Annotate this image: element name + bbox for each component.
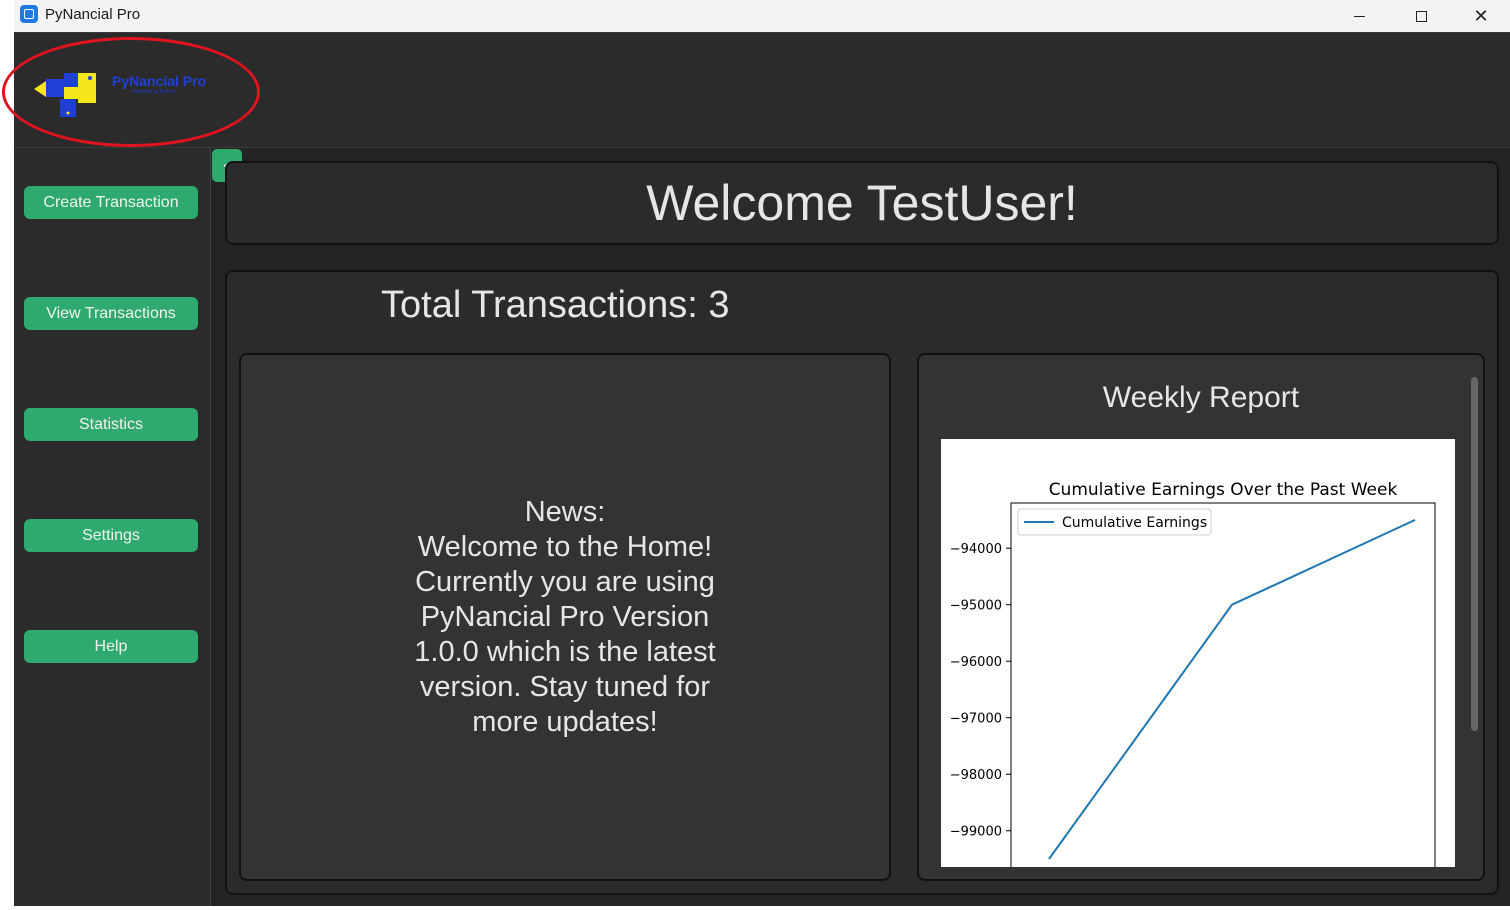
dashboard-panel: Total Transactions: 3 News: Welcome to t…: [225, 270, 1499, 895]
legend-label: Cumulative Earnings: [1062, 515, 1207, 531]
total-transactions: Total Transactions: 3: [381, 284, 730, 326]
weekly-report-panel: Weekly Report Cumulative Earnings Over t…: [917, 353, 1485, 881]
create-transaction-button[interactable]: Create Transaction: [24, 186, 198, 219]
y-tick-label: −97000: [950, 712, 1002, 727]
sidebar: Create Transaction View Transactions Sta…: [14, 148, 211, 906]
news-panel: News: Welcome to the Home! Currently you…: [239, 353, 891, 881]
app-window: PyNancial Pro ✕ PyNancial Pro Powered by…: [2, 0, 1510, 906]
y-tick-label: −96000: [950, 655, 1002, 670]
minimize-button[interactable]: [1336, 0, 1382, 32]
annotation-ellipse: [2, 37, 260, 147]
y-tick-label: −94000: [950, 542, 1002, 557]
maximize-button[interactable]: [1398, 0, 1444, 32]
settings-button[interactable]: Settings: [24, 519, 198, 552]
minimize-icon: [1353, 15, 1365, 17]
report-scrollbar[interactable]: [1471, 377, 1478, 731]
news-text: News: Welcome to the Home! Currently you…: [414, 495, 716, 738]
help-button[interactable]: Help: [24, 630, 198, 663]
y-tick-label: −95000: [950, 599, 1002, 614]
view-transactions-button[interactable]: View Transactions: [24, 297, 198, 330]
welcome-heading: Welcome TestUser!: [646, 175, 1078, 231]
title-bar: PyNancial Pro ✕: [14, 0, 1510, 32]
header-bar: PyNancial Pro Powered by Python: [2, 32, 1510, 148]
app-icon: [20, 5, 38, 23]
chart-title: Cumulative Earnings Over the Past Week: [1049, 480, 1398, 500]
statistics-button[interactable]: Statistics: [24, 408, 198, 441]
close-button[interactable]: ✕: [1458, 0, 1504, 32]
earnings-chart: Cumulative Earnings Over the Past Week −9…: [941, 439, 1455, 867]
y-tick-label: −98000: [950, 768, 1002, 783]
welcome-panel: Welcome TestUser!: [225, 161, 1499, 245]
report-title: Weekly Report: [1102, 381, 1300, 414]
window-title: PyNancial Pro: [45, 6, 141, 23]
maximize-icon: [1415, 10, 1427, 22]
close-icon: ✕: [1473, 5, 1489, 26]
y-tick-label: −99000: [950, 825, 1002, 840]
